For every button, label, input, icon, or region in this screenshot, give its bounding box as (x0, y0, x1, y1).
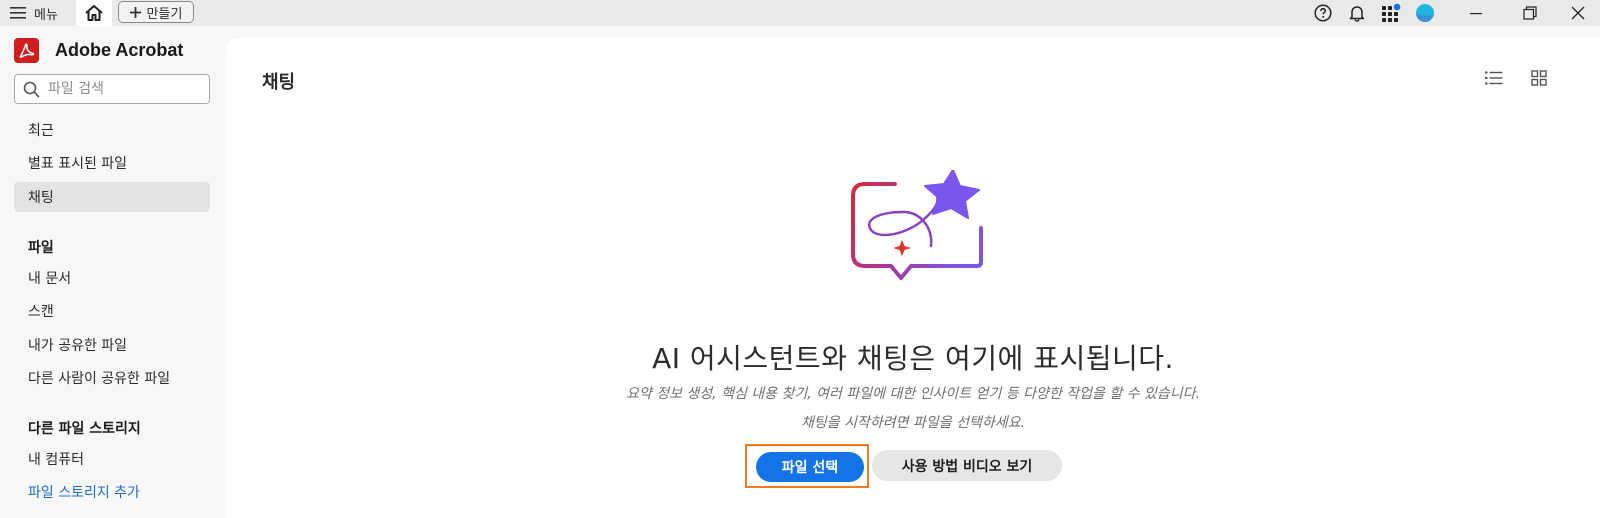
sidebar: Adobe Acrobat 최근 별표 표시된 파일 채팅 파일 내 문서 스캔… (0, 26, 226, 518)
files-heading: 파일 (28, 240, 54, 256)
empty-state-title: AI 어시스턴트와 채팅은 여기에 표시됩니다. (652, 342, 1174, 375)
home-icon (85, 5, 103, 21)
sidebar-item-starred[interactable]: 별표 표시된 파일 (14, 148, 210, 178)
acrobat-logo-icon (14, 37, 39, 63)
sidebar-item-label: 최근 (28, 123, 54, 139)
page-title: 채팅 (262, 72, 296, 93)
empty-state-description: 요약 정보 생성, 핵심 내용 찾기, 여러 파일에 대한 인사이트 얻기 등 … (626, 386, 1200, 402)
sidebar-item-label: 내 컴퓨터 (28, 452, 84, 468)
search-box[interactable] (14, 74, 210, 104)
bell-icon (1349, 6, 1365, 22)
storage-heading: 다른 파일 스토리지 (28, 421, 141, 437)
list-view-icon (1485, 71, 1503, 85)
empty-state-instruction: 채팅을 시작하려면 파일을 선택하세요. (801, 415, 1025, 431)
menu-label: 메뉴 (34, 7, 58, 23)
plus-icon (129, 6, 141, 18)
hamburger-icon (10, 7, 26, 19)
menu-button[interactable]: 메뉴 (10, 2, 58, 24)
close-icon (1571, 6, 1585, 20)
sidebar-item-shared-with-me[interactable]: 다른 사람이 공유한 파일 (14, 363, 210, 393)
sidebar-item-label: 별표 표시된 파일 (28, 156, 128, 172)
sidebar-item-recent[interactable]: 최근 (14, 115, 210, 145)
sidebar-item-shared-by-me[interactable]: 내가 공유한 파일 (14, 330, 210, 360)
minimize-button[interactable] (1454, 0, 1498, 26)
sidebar-item-my-computer[interactable]: 내 컴퓨터 (14, 444, 210, 474)
close-window-button[interactable] (1556, 0, 1600, 26)
create-label: 만들기 (146, 6, 183, 22)
brand: Adobe Acrobat (14, 37, 183, 63)
sidebar-item-scans[interactable]: 스캔 (14, 296, 210, 326)
help-icon (1314, 4, 1332, 22)
sidebar-item-chat[interactable]: 채팅 (14, 182, 210, 212)
ai-chat-illustration (851, 170, 983, 280)
sidebar-item-label: 파일 스토리지 추가 (28, 485, 140, 501)
list-view-button[interactable] (1483, 67, 1505, 89)
restore-button[interactable] (1508, 0, 1552, 26)
sidebar-item-label: 스캔 (28, 304, 54, 320)
watch-video-button[interactable]: 사용 방법 비디오 보기 (872, 450, 1062, 481)
notifications-button[interactable] (1346, 2, 1368, 24)
apps-icon (1382, 3, 1401, 22)
avatar[interactable] (1414, 2, 1436, 24)
grid-view-button[interactable] (1528, 67, 1550, 89)
sidebar-item-label: 다른 사람이 공유한 파일 (28, 371, 171, 387)
main-panel: 채팅 AI 어시스턴트와 채팅은 여기에 표시됩니다. 요약 정보 생성, 핵심… (226, 38, 1600, 518)
focus-highlight: 파일 선택 (745, 444, 869, 488)
sidebar-item-label: 채팅 (28, 190, 54, 206)
help-button[interactable] (1312, 2, 1334, 24)
minimize-icon (1470, 13, 1482, 15)
sidebar-item-label: 내 문서 (28, 271, 72, 287)
restore-icon (1523, 6, 1537, 20)
title-bar: 메뉴 만들기 (0, 0, 1600, 26)
select-file-button[interactable]: 파일 선택 (756, 452, 864, 482)
home-tab[interactable] (76, 0, 112, 26)
create-button[interactable]: 만들기 (118, 1, 194, 23)
sidebar-item-my-documents[interactable]: 내 문서 (14, 263, 210, 293)
add-file-storage-link[interactable]: 파일 스토리지 추가 (14, 477, 210, 507)
search-input[interactable] (48, 81, 188, 97)
grid-view-icon (1531, 70, 1547, 86)
avatar-image (1416, 4, 1434, 22)
apps-button[interactable] (1380, 2, 1402, 24)
sidebar-item-label: 내가 공유한 파일 (28, 338, 128, 354)
search-icon (23, 81, 40, 97)
app-name: Adobe Acrobat (55, 39, 184, 60)
